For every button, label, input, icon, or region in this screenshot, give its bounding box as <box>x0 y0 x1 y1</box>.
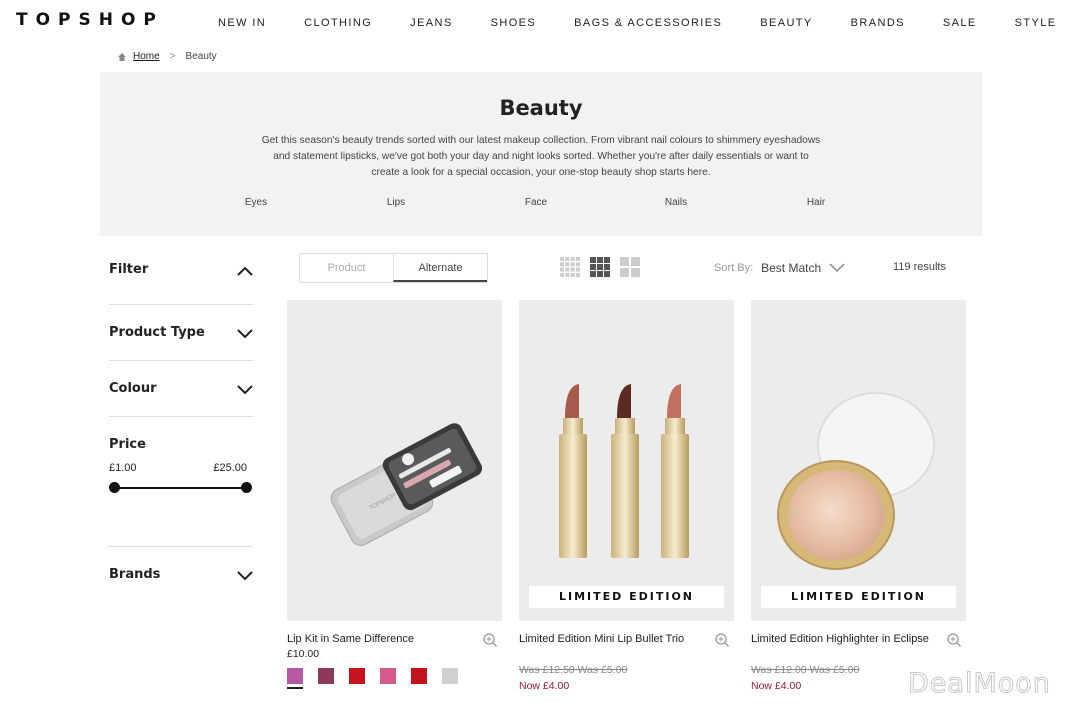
product-now-price: Now £4.00 <box>751 680 802 692</box>
nav-jeans[interactable]: JEANS <box>410 17 452 29</box>
subcategory-hair[interactable]: Hair <box>807 197 825 208</box>
grid-small-icon[interactable] <box>560 257 580 277</box>
nav-shoes[interactable]: SHOES <box>491 17 537 29</box>
filter-product-type[interactable]: Product Type <box>109 325 253 340</box>
divider <box>109 546 253 547</box>
page-title: Beauty <box>499 96 583 120</box>
price-range-values: £1.00 £25.00 <box>109 462 247 474</box>
nav-style[interactable]: STYLE <box>1015 17 1057 29</box>
chevron-down-icon[interactable] <box>829 263 845 273</box>
price-max-value: £25.00 <box>213 462 247 474</box>
colour-swatch[interactable] <box>287 668 303 689</box>
filter-brands[interactable]: Brands <box>109 567 253 582</box>
view-product-button[interactable]: Product <box>300 254 393 282</box>
divider <box>109 304 253 305</box>
view-alternate-button[interactable]: Alternate <box>393 254 487 282</box>
filter-brands-label: Brands <box>109 567 161 582</box>
breadcrumb-home-link[interactable]: Home <box>133 51 160 62</box>
filter-price-label: Price <box>109 437 146 452</box>
divider <box>109 360 253 361</box>
colour-swatch[interactable] <box>442 668 458 684</box>
lip-bullet-trio-illustration <box>559 384 689 558</box>
results-count: 119 results <box>893 261 946 273</box>
grid-medium-icon[interactable] <box>590 257 610 277</box>
nav-clothing[interactable]: CLOTHING <box>304 17 372 29</box>
chevron-down-icon[interactable] <box>237 385 253 395</box>
dealmoon-watermark: DealMoon <box>908 668 1051 700</box>
main-nav: NEW IN CLOTHING JEANS SHOES BAGS & ACCES… <box>218 17 1057 29</box>
product-card[interactable]: LIMITED EDITION Limited Edition Mini Lip… <box>519 300 734 692</box>
colour-swatch[interactable] <box>349 668 365 684</box>
chevron-down-icon[interactable] <box>237 329 253 339</box>
lip-kit-illustration: TOPSHOP <box>330 423 483 546</box>
filter-price: Price <box>109 437 253 452</box>
home-icon <box>118 52 126 61</box>
colour-swatches <box>287 668 458 689</box>
filter-product-type-label: Product Type <box>109 325 205 340</box>
colour-swatch[interactable] <box>411 668 427 684</box>
filter-header[interactable]: Filter <box>109 262 253 277</box>
divider <box>109 416 253 417</box>
price-slider-track[interactable] <box>114 487 247 489</box>
product-was-price: Was £12.00 Was £5.00 <box>751 664 860 676</box>
product-name[interactable]: Limited Edition Mini Lip Bullet Trio <box>519 631 709 647</box>
category-description: Get this season's beauty trends sorted w… <box>261 135 821 178</box>
colour-swatch[interactable] <box>318 668 334 684</box>
nav-sale[interactable]: SALE <box>943 17 977 29</box>
product-now-price: Now £4.00 <box>519 680 570 692</box>
view-toggle: Product Alternate <box>299 253 488 283</box>
sort-value[interactable]: Best Match <box>761 261 821 275</box>
filter-colour-label: Colour <box>109 381 157 396</box>
subcategory-eyes[interactable]: Eyes <box>245 197 267 208</box>
sort-label: Sort By: <box>714 262 754 274</box>
chevron-up-icon[interactable] <box>237 266 253 276</box>
nav-new-in[interactable]: NEW IN <box>218 17 266 29</box>
price-slider-min-handle[interactable] <box>109 482 120 493</box>
nav-beauty[interactable]: BEAUTY <box>760 17 812 29</box>
product-image[interactable]: TOPSHOP <box>287 300 502 621</box>
grid-large-icon[interactable] <box>620 257 640 277</box>
subcategory-nails[interactable]: Nails <box>665 197 687 208</box>
product-was-price: Was £12.50 Was £5.00 <box>519 664 628 676</box>
nav-brands[interactable]: BRANDS <box>851 17 905 29</box>
category-hero: Beauty Get this season's beauty trends s… <box>100 72 982 236</box>
breadcrumb-current: Beauty <box>185 51 217 62</box>
chevron-down-icon[interactable] <box>237 571 253 581</box>
product-card[interactable]: LIMITED EDITION Limited Edition Highligh… <box>751 300 966 692</box>
grid-size-selector <box>560 257 640 277</box>
colour-swatch[interactable] <box>380 668 396 684</box>
breadcrumb: Home > Beauty <box>117 51 217 62</box>
sort-dropdown[interactable]: Sort By: Best Match <box>714 261 845 275</box>
quick-view-zoom-icon[interactable] <box>482 632 498 648</box>
quick-view-zoom-icon[interactable] <box>946 632 962 648</box>
price-min-value: £1.00 <box>109 462 137 474</box>
subcategory-lips[interactable]: Lips <box>387 197 405 208</box>
limited-edition-badge: LIMITED EDITION <box>529 586 724 608</box>
filter-title: Filter <box>109 262 149 277</box>
price-slider-max-handle[interactable] <box>241 482 252 493</box>
nav-bags-accessories[interactable]: BAGS & ACCESSORIES <box>574 17 722 29</box>
quick-view-zoom-icon[interactable] <box>714 632 730 648</box>
topshop-logo[interactable]: TOPSHOP <box>16 10 164 30</box>
product-name[interactable]: Limited Edition Highlighter in Eclipse <box>751 631 941 647</box>
product-image[interactable]: LIMITED EDITION <box>751 300 966 621</box>
product-name[interactable]: Lip Kit in Same Difference <box>287 631 477 647</box>
breadcrumb-separator: > <box>169 51 176 62</box>
product-image[interactable]: LIMITED EDITION <box>519 300 734 621</box>
site-header: TOPSHOP NEW IN CLOTHING JEANS SHOES BAGS… <box>0 0 1080 44</box>
product-price: £10.00 <box>287 648 320 660</box>
filter-colour[interactable]: Colour <box>109 381 253 396</box>
product-card[interactable]: TOPSHOP Lip Kit in Same Difference £10.0… <box>287 300 502 689</box>
subcategory-face[interactable]: Face <box>525 197 547 208</box>
limited-edition-badge: LIMITED EDITION <box>761 586 956 608</box>
highlighter-illustration <box>777 392 935 570</box>
